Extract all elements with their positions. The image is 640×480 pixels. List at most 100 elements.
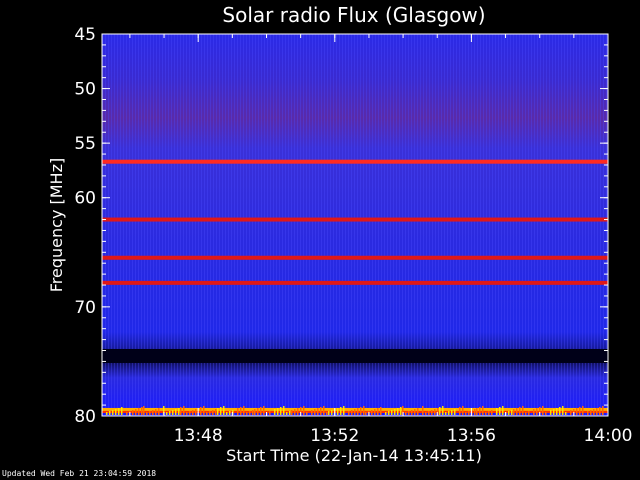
burst-mark: [414, 409, 416, 415]
burst-mark: [303, 406, 305, 415]
burst-mark: [582, 406, 584, 415]
burst-mark: [143, 406, 145, 415]
burst-mark: [442, 406, 444, 415]
burst-mark: [482, 406, 484, 415]
burst-mark: [559, 407, 561, 415]
burst-mark: [488, 411, 490, 415]
burst-mark: [149, 411, 151, 415]
burst-mark: [354, 409, 356, 415]
burst-mark: [260, 407, 262, 415]
burst-mark: [365, 412, 367, 415]
burst-mark: [306, 412, 308, 415]
burst-mark: [380, 407, 382, 415]
burst-mark: [132, 410, 134, 415]
burst-mark: [195, 409, 197, 415]
burst-mark: [496, 408, 498, 415]
y-tick-label: 80: [74, 407, 96, 427]
burst-mark: [311, 410, 313, 415]
burst-mark: [491, 410, 493, 415]
burst-mark: [297, 408, 299, 415]
burst-mark: [326, 412, 328, 415]
burst-mark: [385, 412, 387, 415]
burst-mark: [394, 409, 396, 415]
burst-mark: [237, 408, 239, 415]
burst-mark: [425, 412, 427, 415]
y-tick-label: 70: [74, 298, 96, 318]
burst-mark: [513, 409, 515, 415]
burst-mark: [320, 407, 322, 415]
band-67.8-mhz: [102, 280, 608, 285]
burst-mark: [115, 409, 117, 415]
burst-mark: [508, 411, 510, 415]
burst-mark: [542, 406, 544, 415]
burst-mark: [511, 410, 513, 415]
burst-mark: [374, 409, 376, 415]
burst-mark: [289, 411, 291, 415]
x-tick-label: 13:56: [447, 426, 496, 446]
burst-mark: [599, 407, 601, 415]
burst-mark: [545, 412, 547, 415]
burst-mark: [576, 408, 578, 415]
burst-mark: [562, 406, 564, 415]
burst-mark: [323, 406, 325, 415]
burst-mark: [252, 410, 254, 415]
burst-mark: [363, 406, 365, 415]
burst-mark: [138, 408, 140, 415]
burst-mark: [377, 408, 379, 415]
burst-mark: [249, 411, 251, 415]
burst-mark: [186, 412, 188, 415]
burst-mark: [291, 410, 293, 415]
burst-mark: [209, 411, 211, 415]
burst-mark: [468, 411, 470, 415]
burst-mark: [200, 407, 202, 415]
burst-mark: [533, 409, 535, 415]
burst-mark: [343, 406, 345, 415]
burst-mark: [536, 408, 538, 415]
burst-mark: [485, 412, 487, 415]
burst-mark: [479, 407, 481, 415]
burst-mark: [246, 412, 248, 415]
burst-mark: [348, 411, 350, 415]
burst-mark: [445, 412, 447, 415]
burst-mark: [340, 407, 342, 415]
burst-mark: [417, 408, 419, 415]
burst-mark: [109, 411, 111, 415]
burst-mark: [314, 409, 316, 415]
burst-mark: [294, 409, 296, 415]
burst-mark: [254, 409, 256, 415]
burst-mark: [579, 407, 581, 415]
burst-mark: [280, 407, 282, 415]
burst-mark: [169, 411, 171, 415]
burst-mark: [158, 408, 160, 415]
y-tick-label: 45: [74, 25, 96, 45]
burst-mark: [192, 410, 194, 415]
y-tick-label: 55: [74, 134, 96, 154]
burst-mark: [439, 407, 441, 415]
burst-mark: [522, 406, 524, 415]
burst-mark: [274, 409, 276, 415]
burst-mark: [422, 406, 424, 415]
burst-mark: [360, 407, 362, 415]
burst-mark: [243, 406, 245, 415]
burst-mark: [465, 412, 467, 415]
burst-mark: [118, 408, 120, 415]
burst-mark: [408, 411, 410, 415]
burst-mark: [283, 406, 285, 415]
burst-mark: [448, 411, 450, 415]
x-tick-label: 13:48: [174, 426, 223, 446]
burst-mark: [337, 408, 339, 415]
burst-mark: [519, 407, 521, 415]
burst-mark: [328, 411, 330, 415]
burst-mark: [121, 407, 123, 415]
burst-mark: [454, 409, 456, 415]
burst-mark: [556, 408, 558, 415]
burst-mark: [462, 406, 464, 415]
burst-mark: [220, 407, 222, 415]
burst-mark: [434, 409, 436, 415]
update-timestamp: Updated Wed Feb 21 23:04:59 2018: [2, 469, 157, 478]
burst-mark: [474, 409, 476, 415]
burst-mark: [565, 412, 567, 415]
burst-mark: [516, 408, 518, 415]
burst-mark: [397, 408, 399, 415]
burst-mark: [371, 410, 373, 415]
